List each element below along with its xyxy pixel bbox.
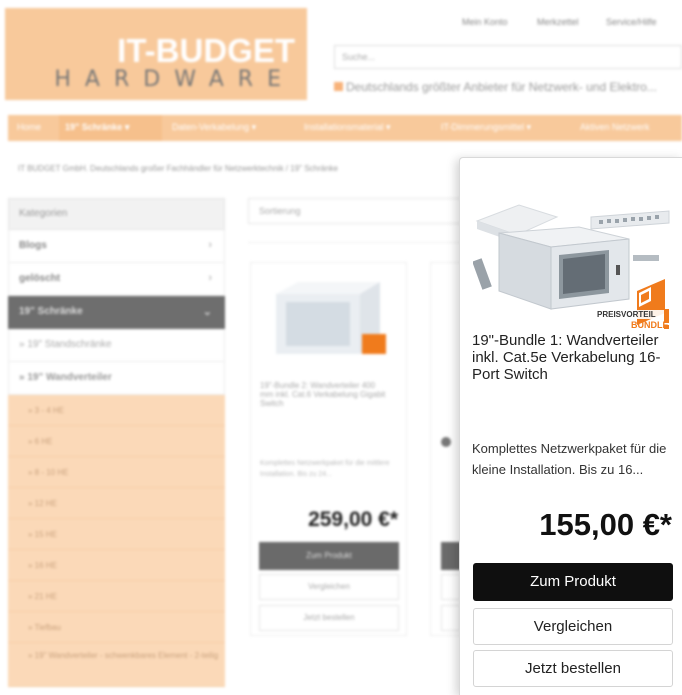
- sidebar-heading: Kategorien: [8, 198, 225, 230]
- product-price: 259,00 €*: [308, 508, 398, 531]
- product-button[interactable]: [441, 542, 461, 570]
- chevron-down-icon: ⌄: [202, 306, 212, 318]
- divider: [248, 242, 463, 243]
- nav-item-it-dimmerung[interactable]: IT-Dimmerungsmittel ▾: [441, 122, 531, 133]
- sidebar-subitem-21-he[interactable]: » 21 HE: [8, 581, 225, 612]
- nav-item-installationsmaterial[interactable]: Installationsmaterial ▾: [304, 122, 391, 133]
- sidebar-subitem-8-10-he[interactable]: » 8 - 10 HE: [8, 457, 225, 488]
- sidebar-subitem-16-he[interactable]: » 16 HE: [8, 550, 225, 581]
- sidebar-item-wandverteiler[interactable]: » 19" Wandverteiler: [8, 362, 225, 395]
- sidebar-item-geloescht[interactable]: gelöscht ›: [8, 263, 225, 296]
- buy-now-button[interactable]: Jetzt bestellen: [473, 650, 673, 687]
- sidebar-item-label: Blogs: [19, 240, 47, 251]
- product-image: [276, 282, 386, 354]
- chevron-right-icon: ›: [208, 239, 212, 251]
- product-title[interactable]: 19"-Bundle 2: Wandverteiler 400 mm inkl.…: [260, 381, 390, 408]
- badge-text-2: BUNDLE: [631, 320, 669, 330]
- nav-item-label: Daten-Verkabelung: [172, 122, 250, 132]
- sidebar-item-standschraenke[interactable]: » 19" Standschränke: [8, 329, 225, 362]
- popup-product-price: 155,00 €*: [539, 507, 672, 542]
- nav-item-aktiven-netzwerk[interactable]: Aktiven Netzwerk: [580, 122, 650, 132]
- nav-item-daten-verkabelung[interactable]: Daten-Verkabelung ▾: [172, 122, 256, 133]
- buy-now-button[interactable]: [441, 605, 461, 631]
- sort-select[interactable]: Sortierung: [248, 198, 463, 224]
- badge-text-1: PREISVORTEIL: [597, 310, 656, 319]
- sidebar-subitem-tiefbau[interactable]: » Tiefbau: [8, 612, 225, 643]
- nav-item-label: IT-Dimmerungsmittel: [441, 122, 525, 132]
- sidebar-subitem-15-he[interactable]: » 15 HE: [8, 519, 225, 550]
- compare-button[interactable]: [441, 574, 461, 600]
- logo-text-top: IT-BUDGET: [117, 32, 295, 69]
- product-description: Komplettes Netzwerkpaket für die mittler…: [260, 460, 390, 478]
- top-link-account[interactable]: Mein Konto: [462, 17, 508, 27]
- sidebar-subitem-schwenkbar[interactable]: » 19" Wandverteiler - schwenkbares Eleme…: [8, 643, 225, 687]
- popup-product-title[interactable]: 19"-Bundle 1: Wandverteiler inkl. Cat.5e…: [472, 332, 677, 383]
- sidebar-item-label: 19" Schränke: [19, 306, 83, 317]
- tagline-bullet: [334, 82, 343, 91]
- sidebar-categories: Kategorien Blogs › gelöscht › 19" Schrän…: [8, 198, 225, 687]
- breadcrumb[interactable]: IT BUDGET GmbH. Deutschlands großer Fach…: [18, 164, 338, 173]
- sidebar-subitem-3-4-he[interactable]: » 3 - 4 HE: [8, 395, 225, 426]
- sidebar-subitem-6-he[interactable]: » 6 HE: [8, 426, 225, 457]
- top-link-wishlist[interactable]: Merkzettel: [537, 17, 579, 27]
- search-input[interactable]: [334, 45, 682, 69]
- sidebar-item-blogs[interactable]: Blogs ›: [8, 230, 225, 263]
- nav-item-19-schraenke[interactable]: 19" Schränke ▾: [65, 122, 129, 133]
- chevron-right-icon: ›: [208, 272, 212, 284]
- nav-item-label: 19" Schränke: [65, 122, 123, 132]
- rating-star-icon: [441, 437, 451, 447]
- top-link-service[interactable]: Service/Hilfe: [606, 17, 657, 27]
- sidebar-item-19-schraenke[interactable]: 19" Schränke ⌄: [8, 296, 225, 329]
- popup-product-description: Komplettes Netzwerkpaket für die kleine …: [472, 441, 667, 477]
- compare-button[interactable]: Vergleichen: [259, 574, 399, 600]
- product-button[interactable]: Zum Produkt: [259, 542, 399, 570]
- zum-produkt-button[interactable]: Zum Produkt: [473, 563, 673, 601]
- product-image: PREISVORTEIL BUNDLE: [473, 204, 670, 330]
- search-placeholder: Suche...: [342, 52, 376, 62]
- product-quickview-popup[interactable]: PREISVORTEIL BUNDLE 19"-Bundle 1: Wandve…: [459, 157, 682, 695]
- buy-now-button[interactable]: Jetzt bestellen: [259, 605, 399, 631]
- sidebar-subitem-12-he[interactable]: » 12 HE: [8, 488, 225, 519]
- compare-button[interactable]: Vergleichen: [473, 608, 673, 645]
- nav-item-label: Installationsmaterial: [304, 122, 384, 132]
- nav-item-home[interactable]: Home: [17, 122, 41, 132]
- sidebar-item-label: gelöscht: [19, 273, 61, 284]
- logo-text-bottom: HARDWARE: [54, 67, 295, 92]
- tagline: Deutschlands größter Anbieter für Netzwe…: [346, 80, 657, 94]
